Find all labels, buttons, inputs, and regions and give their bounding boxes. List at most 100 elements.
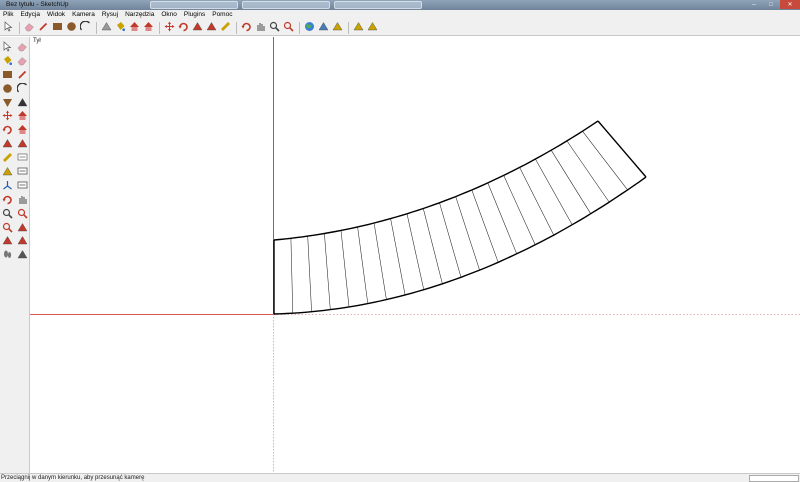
drawing-canvas[interactable]: Tył xyxy=(30,37,800,473)
status-text: Przeciągnij w danym kierunku, aby przesu… xyxy=(1,475,145,481)
maximize-icon: □ xyxy=(769,1,773,8)
push-pull-button[interactable] xyxy=(128,22,140,34)
sidebar-follow-me-button[interactable] xyxy=(16,124,29,137)
maximize-button[interactable]: □ xyxy=(763,0,779,9)
sidebar-previous-view-button[interactable] xyxy=(16,222,29,235)
move-icon xyxy=(2,110,13,123)
menu-item[interactable]: Edycja xyxy=(20,10,40,20)
paint-bucket-button[interactable] xyxy=(114,22,126,34)
tool-sidebar xyxy=(0,37,30,473)
pencil-icon xyxy=(17,69,28,82)
sidebar-push-pull-button[interactable] xyxy=(16,110,29,123)
menu-item[interactable]: Kamera xyxy=(72,10,95,20)
menu-item[interactable]: Okno xyxy=(161,10,177,20)
zoom-extents-button[interactable] xyxy=(282,21,294,34)
sidebar-text-button[interactable] xyxy=(16,166,29,179)
sidebar-freehand-button[interactable] xyxy=(16,97,29,110)
menu-item[interactable]: Rysuj xyxy=(102,10,118,20)
sidebar-axes-button[interactable] xyxy=(1,180,14,193)
toolbar-separator xyxy=(348,21,349,34)
eraser-icon xyxy=(24,21,35,34)
sidebar-section-plane-button[interactable] xyxy=(16,249,29,262)
rectangle-icon xyxy=(2,69,13,82)
close-button[interactable]: ✕ xyxy=(780,0,800,9)
get-models-button[interactable] xyxy=(331,22,343,34)
sidebar-rectangle-button[interactable] xyxy=(1,69,14,82)
pan-button[interactable] xyxy=(254,22,266,34)
sidebar-rotate-button[interactable] xyxy=(1,124,14,137)
rectangle-button[interactable] xyxy=(51,22,63,34)
move-button[interactable] xyxy=(163,21,175,34)
sidebar-zoom-button[interactable] xyxy=(1,208,14,221)
sidebar-move-button[interactable] xyxy=(1,110,14,123)
measurements-box[interactable] xyxy=(749,475,799,482)
toolbar-separator xyxy=(19,21,20,34)
share-model-icon xyxy=(367,21,378,34)
main-toolbar xyxy=(0,20,800,36)
sidebar-3d-text-button[interactable] xyxy=(16,180,29,193)
stair-division-line xyxy=(423,208,443,284)
eraser-alt-icon xyxy=(17,55,28,68)
sidebar-tape-measure-button[interactable] xyxy=(1,152,14,165)
curved-ramp-model[interactable] xyxy=(273,120,647,315)
orbit-button[interactable] xyxy=(240,22,252,34)
freehand-icon xyxy=(17,97,28,110)
minimize-button[interactable]: – xyxy=(746,0,762,9)
sidebar-polygon-button[interactable] xyxy=(1,97,14,110)
sidebar-select-button[interactable] xyxy=(1,41,14,54)
photo-texture-icon xyxy=(318,21,329,34)
zoom-button[interactable] xyxy=(268,21,280,34)
sidebar-scale-button[interactable] xyxy=(1,138,14,151)
share-model-button[interactable] xyxy=(366,22,378,34)
select-button[interactable] xyxy=(2,21,14,34)
pencil-button[interactable] xyxy=(37,22,49,34)
scale-icon xyxy=(206,21,217,34)
sidebar-pencil-button[interactable] xyxy=(16,69,29,82)
sidebar-arc-button[interactable] xyxy=(16,82,29,96)
menu-item[interactable]: Widok xyxy=(47,10,65,20)
stair-division-line xyxy=(487,182,517,254)
sidebar-walk-button[interactable] xyxy=(1,249,14,262)
arc-button[interactable] xyxy=(79,20,91,34)
menu-item[interactable]: Pomoc xyxy=(212,10,232,20)
move-icon xyxy=(164,21,175,34)
offset-icon xyxy=(192,21,203,34)
status-bar: Przeciągnij w danym kierunku, aby przesu… xyxy=(0,473,800,482)
sidebar-look-around-button[interactable] xyxy=(16,235,29,248)
scale-button[interactable] xyxy=(205,22,217,34)
menu-item[interactable]: Narzędzia xyxy=(125,10,154,20)
sidebar-eraser-alt-button[interactable] xyxy=(16,55,29,68)
orbit-icon xyxy=(241,21,252,34)
toolbar-separator xyxy=(96,21,97,34)
polygon-icon xyxy=(2,97,13,110)
photo-texture-button[interactable] xyxy=(317,22,329,34)
tape-measure-button[interactable] xyxy=(219,22,231,34)
orbit-icon xyxy=(2,194,13,207)
component-warehouse-button[interactable] xyxy=(352,22,364,34)
google-earth-button[interactable] xyxy=(303,22,315,34)
sidebar-offset-button[interactable] xyxy=(16,138,29,151)
follow-me-button[interactable] xyxy=(142,22,154,34)
sidebar-orbit-button[interactable] xyxy=(1,194,14,207)
eraser-button[interactable] xyxy=(23,22,35,34)
sidebar-pan-button[interactable] xyxy=(16,194,29,207)
sidebar-position-camera-button[interactable] xyxy=(1,235,14,248)
sidebar-circle-button[interactable] xyxy=(1,83,14,96)
stair-division-line xyxy=(503,175,536,245)
tape-measure-icon xyxy=(2,152,13,165)
offset-button[interactable] xyxy=(191,22,203,34)
sidebar-paint-bucket-button[interactable] xyxy=(1,55,14,68)
stair-division-line xyxy=(439,202,462,278)
menu-item[interactable]: Plugins xyxy=(184,10,205,20)
pan-icon xyxy=(17,194,28,207)
circle-button[interactable] xyxy=(65,22,77,34)
sidebar-zoom-window-button[interactable] xyxy=(16,208,29,221)
sidebar-dimension-button[interactable] xyxy=(16,152,29,165)
circle-icon xyxy=(2,83,13,96)
sidebar-protractor-button[interactable] xyxy=(1,166,14,179)
menu-item[interactable]: Plik xyxy=(3,10,13,20)
sidebar-zoom-extents-button[interactable] xyxy=(1,222,14,235)
make-component-button[interactable] xyxy=(100,22,112,34)
rotate-button[interactable] xyxy=(177,22,189,34)
sidebar-eraser-button[interactable] xyxy=(16,41,29,54)
